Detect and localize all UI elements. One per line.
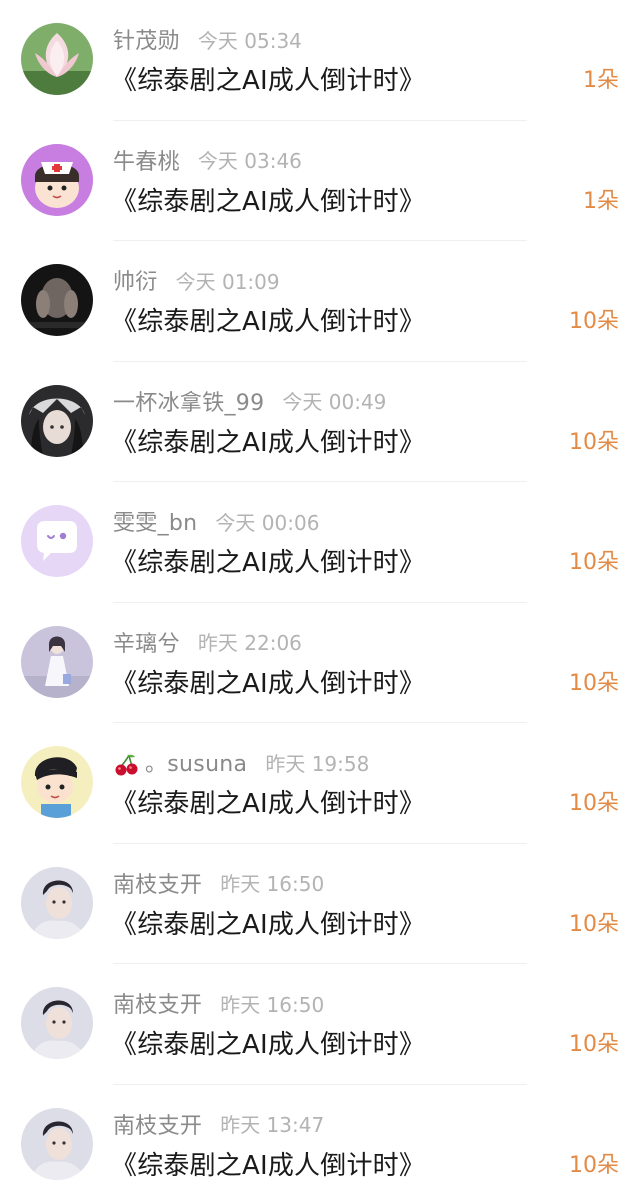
timestamp: 昨天 16:50 bbox=[220, 872, 325, 896]
timestamp: 今天 00:49 bbox=[282, 390, 387, 414]
user-name[interactable]: 南枝支开 bbox=[113, 1108, 202, 1140]
item-meta: 南枝支开 昨天 13:47 bbox=[113, 1109, 324, 1139]
gift-count: 10朵 bbox=[569, 309, 619, 334]
lotus-flower-avatar[interactable] bbox=[21, 23, 93, 95]
item-meta: 针茂勋 今天 05:34 bbox=[113, 23, 302, 55]
nurse-cartoon-avatar[interactable] bbox=[21, 143, 93, 216]
purple-chat-bubble-avatar[interactable] bbox=[21, 505, 93, 577]
list-item[interactable]: 牛春桃 今天 03:46 《综泰剧之AI成人倒计时》 1朵 bbox=[0, 121, 640, 241]
timestamp: 今天 00:06 bbox=[215, 510, 320, 535]
male-portrait-avatar[interactable] bbox=[21, 866, 93, 939]
anime-girl-white-dress-avatar[interactable] bbox=[21, 625, 93, 698]
item-meta: 辛璃兮 昨天 22:06 bbox=[113, 627, 302, 657]
item-meta: 一杯冰拿铁_99 今天 00:49 bbox=[113, 386, 386, 416]
user-name[interactable]: 南枝支开 bbox=[113, 867, 202, 899]
book-title[interactable]: 《综泰剧之AI成人倒计时》 bbox=[111, 663, 425, 700]
gift-count: 1朵 bbox=[583, 68, 619, 93]
list-item[interactable]: 南枝支开 昨天 16:50 《综泰剧之AI成人倒计时》 10朵 bbox=[0, 844, 640, 964]
timestamp: 今天 01:09 bbox=[175, 269, 280, 294]
gift-count: 10朵 bbox=[569, 911, 619, 937]
item-meta: 南枝支开 昨天 16:50 bbox=[113, 868, 324, 898]
book-title[interactable]: 《综泰剧之AI成人倒计时》 bbox=[111, 181, 425, 218]
timestamp: 昨天 13:47 bbox=[220, 1113, 325, 1137]
timestamp: 今天 03:46 bbox=[197, 149, 302, 173]
gift-count: 10朵 bbox=[569, 429, 619, 455]
gift-count: 10朵 bbox=[569, 1152, 619, 1178]
user-name[interactable]: 针茂勋 bbox=[113, 23, 180, 55]
gift-count: 10朵 bbox=[569, 670, 619, 696]
book-title[interactable]: 《综泰剧之AI成人倒计时》 bbox=[111, 301, 425, 338]
book-title[interactable]: 《综泰剧之AI成人倒计时》 bbox=[111, 1024, 425, 1061]
list-item[interactable]: 南枝支开 昨天 13:47 《综泰剧之AI成人倒计时》 10朵 bbox=[0, 1085, 640, 1203]
book-title[interactable]: 《综泰剧之AI成人倒计时》 bbox=[111, 542, 425, 579]
cherry-icon bbox=[115, 754, 138, 776]
user-name-text: 。susuna bbox=[145, 752, 248, 777]
list-item[interactable]: 帅衍 今天 01:09 《综泰剧之AI成人倒计时》 10朵 bbox=[0, 241, 640, 362]
gift-record-list: 针茂勋 今天 05:34 《综泰剧之AI成人倒计时》 1朵 牛春桃 今天 03:… bbox=[0, 0, 640, 1203]
user-name[interactable]: 一杯冰拿铁_99 bbox=[113, 385, 264, 417]
male-portrait-avatar[interactable] bbox=[21, 987, 93, 1059]
dark-fantasy-girl-avatar[interactable] bbox=[21, 384, 93, 457]
user-name[interactable]: 南枝支开 bbox=[113, 987, 202, 1019]
timestamp: 昨天 22:06 bbox=[197, 631, 302, 655]
book-title[interactable]: 《综泰剧之AI成人倒计时》 bbox=[111, 783, 425, 820]
user-name[interactable]: 辛璃兮 bbox=[113, 626, 180, 658]
gift-count: 10朵 bbox=[569, 791, 619, 816]
user-name[interactable]: 牛春桃 bbox=[113, 144, 180, 176]
book-title[interactable]: 《综泰剧之AI成人倒计时》 bbox=[111, 904, 425, 941]
list-item[interactable]: 南枝支开 昨天 16:50 《综泰剧之AI成人倒计时》 10朵 bbox=[0, 964, 640, 1085]
timestamp: 昨天 16:50 bbox=[220, 992, 325, 1017]
cartoon-boy-avatar[interactable] bbox=[21, 746, 93, 818]
user-name[interactable]: 雯雯_bn bbox=[113, 505, 197, 537]
gift-count: 1朵 bbox=[583, 188, 619, 214]
list-item[interactable]: 针茂勋 今天 05:34 《综泰剧之AI成人倒计时》 1朵 bbox=[0, 0, 640, 121]
gift-count: 10朵 bbox=[569, 1032, 619, 1057]
user-name[interactable]: 。susuna bbox=[113, 746, 247, 778]
male-portrait-avatar[interactable] bbox=[21, 1107, 93, 1180]
list-item[interactable]: 雯雯_bn 今天 00:06 《综泰剧之AI成人倒计时》 10朵 bbox=[0, 482, 640, 603]
list-item[interactable]: 。susuna 昨天 19:58 《综泰剧之AI成人倒计时》 10朵 bbox=[0, 723, 640, 844]
item-meta: 南枝支开 昨天 16:50 bbox=[113, 987, 325, 1019]
book-title[interactable]: 《综泰剧之AI成人倒计时》 bbox=[111, 422, 425, 459]
list-item[interactable]: 一杯冰拿铁_99 今天 00:49 《综泰剧之AI成人倒计时》 10朵 bbox=[0, 362, 640, 482]
item-meta: 帅衍 今天 01:09 bbox=[113, 264, 280, 296]
list-item[interactable]: 辛璃兮 昨天 22:06 《综泰剧之AI成人倒计时》 10朵 bbox=[0, 603, 640, 723]
book-title[interactable]: 《综泰剧之AI成人倒计时》 bbox=[111, 1145, 425, 1182]
item-meta: 。susuna 昨天 19:58 bbox=[113, 747, 369, 777]
item-meta: 雯雯_bn 今天 00:06 bbox=[113, 505, 320, 537]
user-name[interactable]: 帅衍 bbox=[113, 264, 158, 296]
gift-count: 10朵 bbox=[569, 550, 619, 575]
timestamp: 今天 05:34 bbox=[197, 28, 302, 53]
book-title[interactable]: 《综泰剧之AI成人倒计时》 bbox=[111, 60, 425, 97]
dark-portrait-avatar[interactable] bbox=[21, 264, 93, 336]
item-meta: 牛春桃 今天 03:46 bbox=[113, 145, 302, 175]
timestamp: 昨天 19:58 bbox=[265, 751, 370, 776]
